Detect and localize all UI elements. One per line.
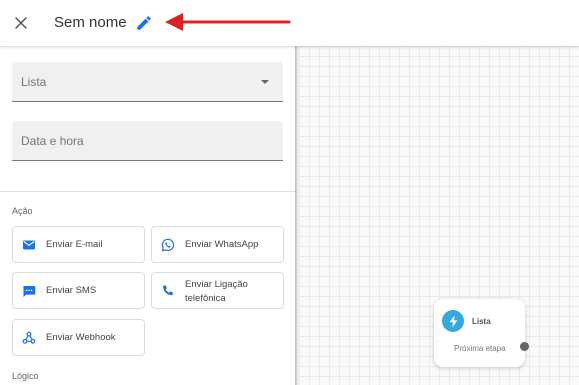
send-webhook-label: Enviar Webhook bbox=[46, 332, 116, 343]
page-title[interactable]: Sem nome bbox=[54, 13, 127, 33]
send-email-label: Enviar E-mail bbox=[46, 239, 103, 250]
node-output-port[interactable] bbox=[520, 342, 529, 351]
phone-icon bbox=[162, 285, 173, 296]
lightning-icon bbox=[442, 310, 464, 332]
send-webhook-button[interactable]: Enviar Webhook bbox=[12, 319, 145, 356]
whatsapp-icon bbox=[161, 238, 175, 252]
flow-node-list[interactable]: Lista Próxima etapa bbox=[434, 299, 529, 367]
close-icon bbox=[15, 17, 27, 29]
panel-shadow bbox=[295, 46, 299, 385]
pencil-icon bbox=[137, 16, 151, 30]
edit-title-button[interactable] bbox=[135, 14, 153, 32]
webhook-icon bbox=[22, 331, 36, 344]
send-call-label-line2: telefônica bbox=[185, 293, 226, 304]
node-next-step-label: Próxima etapa bbox=[454, 344, 506, 353]
section-action-heading: Ação bbox=[12, 206, 33, 216]
close-button[interactable] bbox=[10, 12, 32, 34]
datetime-field[interactable]: Data e hora bbox=[12, 121, 283, 161]
list-select-label: Lista bbox=[21, 75, 47, 89]
section-logic-heading: Lógico bbox=[12, 371, 39, 381]
send-call-label-line1: Enviar Ligação bbox=[185, 279, 248, 290]
datetime-field-label: Data e hora bbox=[21, 134, 84, 148]
send-whatsapp-button[interactable]: Enviar WhatsApp bbox=[151, 226, 284, 263]
send-sms-button[interactable]: Enviar SMS bbox=[12, 272, 145, 309]
chat-icon bbox=[23, 286, 36, 297]
node-title: Lista bbox=[472, 317, 491, 326]
list-select[interactable]: Lista bbox=[12, 62, 283, 102]
config-panel: Lista Data e hora Ação Enviar E-mail Env… bbox=[0, 46, 296, 385]
annotation-arrow-icon bbox=[165, 13, 291, 31]
mail-icon bbox=[23, 240, 35, 250]
send-call-button[interactable]: Enviar Ligação telefônica bbox=[151, 272, 284, 309]
divider bbox=[0, 191, 296, 192]
top-bar: Sem nome bbox=[0, 0, 579, 46]
dropdown-caret-icon bbox=[261, 80, 269, 84]
send-whatsapp-label: Enviar WhatsApp bbox=[185, 239, 259, 250]
send-sms-label: Enviar SMS bbox=[46, 285, 97, 296]
send-email-button[interactable]: Enviar E-mail bbox=[12, 226, 145, 263]
